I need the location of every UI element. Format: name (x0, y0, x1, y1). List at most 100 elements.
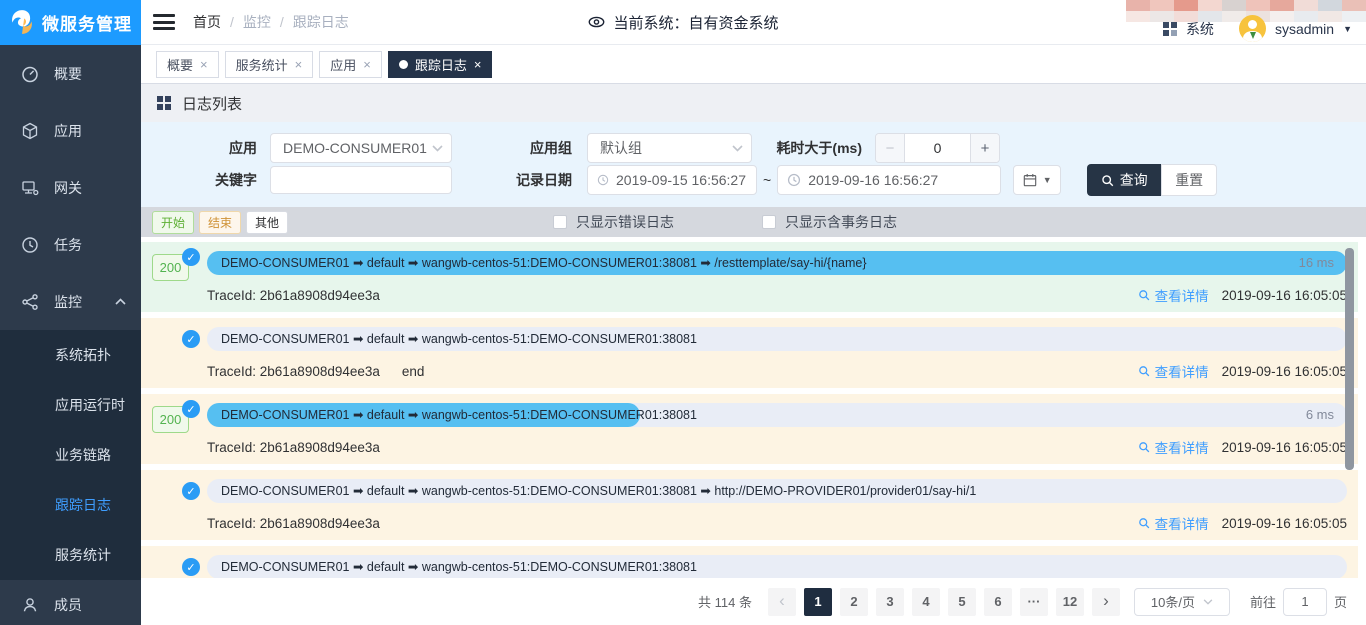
submenu-item-label: 跟踪日志 (55, 495, 111, 515)
hamburger-menu-icon[interactable] (153, 11, 175, 34)
trace-span-bar[interactable]: DEMO-CONSUMER01 ➡ default ➡ wangwb-cento… (207, 251, 1347, 275)
prev-page-button[interactable]: ‹ (768, 588, 796, 616)
top-bar: 微服务管理 首页 / 监控 / 跟踪日志 当前系统：自有资金系统 系统 sysa… (0, 0, 1366, 45)
page-size-select[interactable]: 10条/页 (1134, 588, 1230, 616)
date-from-input[interactable]: 2019-09-15 16:56:27 (587, 165, 757, 195)
page-button-3[interactable]: 3 (876, 588, 904, 616)
pagination-bar: 共 114 条 ‹ 1 2 3 4 5 6 ··· 12 › 10条/页 前往 … (141, 578, 1366, 625)
user-caret-down-icon[interactable]: ▼ (1343, 24, 1352, 34)
date-from-value: 2019-09-15 16:56:27 (616, 172, 746, 188)
check-circle-icon: ✓ (182, 558, 200, 576)
close-icon[interactable]: × (200, 57, 208, 72)
type-start-button[interactable]: 开始 (152, 211, 194, 234)
submenu-item-service-stats[interactable]: 服务统计 (0, 530, 141, 580)
type-other-button[interactable]: 其他 (246, 211, 288, 234)
date-picker-button[interactable]: ▼ (1013, 165, 1061, 195)
page-button-4[interactable]: 4 (912, 588, 940, 616)
view-detail-link[interactable]: 查看详情 (1138, 437, 1209, 457)
tab-service-stats[interactable]: 服务统计× (225, 51, 314, 78)
sidebar-item-members[interactable]: 成员 (0, 580, 141, 625)
checkbox-box[interactable] (762, 215, 776, 229)
trace-id: TraceId: 2b61a8908d94ee3a (207, 516, 380, 531)
tab-application[interactable]: 应用× (319, 51, 382, 78)
search-button[interactable]: 查询 (1087, 164, 1161, 196)
checkbox-box[interactable] (553, 215, 567, 229)
reset-button[interactable]: 重置 (1161, 164, 1217, 196)
tab-overview[interactable]: 概要× (156, 51, 219, 78)
sidebar-item-tasks[interactable]: 任务 (0, 216, 141, 273)
chevron-down-icon (732, 145, 743, 152)
only-error-checkbox[interactable]: 只显示错误日志 (553, 212, 674, 232)
page-size-value: 10条/页 (1151, 592, 1195, 611)
view-detail-link[interactable]: 查看详情 (1138, 285, 1209, 305)
username[interactable]: sysadmin (1275, 21, 1334, 37)
group-select[interactable]: 默认组 (587, 133, 752, 163)
submenu-item-business-chain[interactable]: 业务链路 (0, 430, 141, 480)
app-select-value: DEMO-CONSUMER01 (283, 140, 427, 156)
close-icon[interactable]: × (474, 57, 482, 72)
view-detail-link[interactable]: 查看详情 (1138, 361, 1209, 381)
page-button-5[interactable]: 5 (948, 588, 976, 616)
monitor-submenu: 系统拓扑 应用运行时 业务链路 跟踪日志 服务统计 (0, 330, 141, 580)
tab-trace-log[interactable]: 跟踪日志 × (388, 51, 493, 78)
close-icon[interactable]: × (295, 57, 303, 72)
sidebar-item-application[interactable]: 应用 (0, 102, 141, 159)
submenu-item-system-topology[interactable]: 系统拓扑 (0, 330, 141, 380)
system-menu[interactable]: 系统 (1186, 19, 1214, 39)
log-time: 2019-09-16 16:05:05 (1222, 364, 1347, 379)
tab-label: 跟踪日志 (415, 55, 467, 74)
log-row[interactable]: 200 ✓ DEMO-CONSUMER01 ➡ default ➡ wangwb… (141, 394, 1358, 464)
current-system-text: 当前系统：自有资金系统 (613, 12, 778, 33)
breadcrumb: 首页 / 监控 / 跟踪日志 (193, 12, 349, 32)
user-avatar[interactable] (1239, 15, 1266, 42)
app-select[interactable]: DEMO-CONSUMER01 (270, 133, 452, 163)
log-row[interactable]: ✓ DEMO-CONSUMER01 ➡ default ➡ wangwb-cen… (141, 470, 1358, 540)
sidebar-item-monitor[interactable]: 监控 (0, 273, 141, 330)
page-button-6[interactable]: 6 (984, 588, 1012, 616)
sidebar-item-overview[interactable]: 概要 (0, 45, 141, 102)
trace-span-bar[interactable]: DEMO-CONSUMER01 ➡ default ➡ wangwb-cento… (207, 479, 1347, 503)
trace-span-bar[interactable]: DEMO-CONSUMER01 ➡ default ➡ wangwb-cento… (207, 327, 1347, 351)
goto-label: 前往 (1250, 592, 1276, 611)
type-end-button[interactable]: 结束 (199, 211, 241, 234)
page-button-12[interactable]: 12 (1056, 588, 1084, 616)
trace-id: TraceId: 2b61a8908d94ee3a (207, 364, 380, 379)
next-page-button[interactable]: › (1092, 588, 1120, 616)
page-button-2[interactable]: 2 (840, 588, 868, 616)
sidebar-item-gateway[interactable]: 网关 (0, 159, 141, 216)
vertical-scrollbar-thumb[interactable] (1345, 248, 1354, 470)
total-count: 共 114 条 (698, 592, 752, 611)
date-to-input[interactable]: 2019-09-16 16:56:27 (777, 165, 1001, 195)
current-system-banner: 当前系统：自有资金系统 (587, 12, 778, 33)
search-icon (1138, 441, 1150, 453)
trace-span-bar[interactable]: DEMO-CONSUMER01 ➡ default ➡ wangwb-cento… (207, 403, 1347, 427)
goto-unit: 页 (1334, 592, 1347, 611)
elapsed-input[interactable] (905, 135, 970, 161)
breadcrumb-monitor[interactable]: 监控 (243, 12, 271, 32)
log-row[interactable]: 200 ✓ DEMO-CONSUMER01 ➡ default ➡ wangwb… (141, 242, 1358, 312)
page-button-1[interactable]: 1 (804, 588, 832, 616)
only-transaction-checkbox[interactable]: 只显示含事务日志 (762, 212, 897, 232)
log-row[interactable]: ✓ DEMO-CONSUMER01 ➡ default ➡ wangwb-cen… (141, 546, 1358, 578)
log-row[interactable]: ✓ DEMO-CONSUMER01 ➡ default ➡ wangwb-cen… (141, 318, 1358, 388)
duration-label: 6 ms (1306, 403, 1334, 427)
route-text: DEMO-CONSUMER01 ➡ default ➡ wangwb-cento… (221, 403, 697, 427)
group-filter-label: 应用组 (452, 138, 572, 158)
submenu-item-app-runtime[interactable]: 应用运行时 (0, 380, 141, 430)
trace-span-bar[interactable]: DEMO-CONSUMER01 ➡ default ➡ wangwb-cento… (207, 555, 1347, 578)
app-window: 微服务管理 首页 / 监控 / 跟踪日志 当前系统：自有资金系统 系统 sysa… (0, 0, 1366, 625)
view-detail-link[interactable]: 查看详情 (1138, 513, 1209, 533)
gateway-icon (21, 179, 39, 197)
close-icon[interactable]: × (363, 57, 371, 72)
keyword-input[interactable] (270, 166, 452, 194)
breadcrumb-home[interactable]: 首页 (193, 12, 221, 32)
page-ellipsis[interactable]: ··· (1020, 588, 1048, 616)
clock-icon (597, 173, 609, 187)
trace-suffix: end (402, 364, 425, 379)
stepper-minus-button[interactable]: − (876, 134, 905, 162)
submenu-item-trace-log[interactable]: 跟踪日志 (0, 480, 141, 530)
goto-page-input[interactable] (1283, 588, 1327, 616)
submenu-item-label: 系统拓扑 (55, 345, 111, 365)
stepper-plus-button[interactable]: + (970, 134, 999, 162)
sidebar-item-label: 监控 (54, 292, 82, 312)
